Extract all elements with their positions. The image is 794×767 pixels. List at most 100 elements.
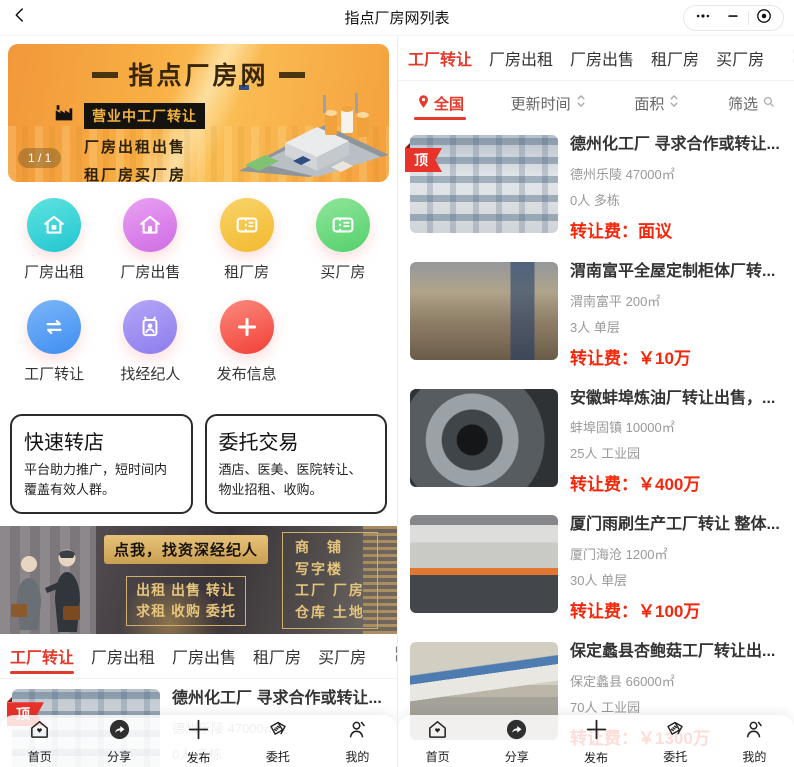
more-button[interactable] (688, 6, 718, 30)
filter-bar: 全国 更新时间 面积 筛选 (398, 81, 794, 125)
listing-price: 转让费：￥400万 (570, 470, 782, 495)
banner-line-2: 租厂房买厂房 (84, 164, 389, 182)
filter-button[interactable]: 筛选 (728, 81, 776, 125)
hero-banner[interactable]: 指点厂房网 营业中工厂转让 厂房出租出售 租厂房买厂房 1 / 1 (8, 44, 389, 182)
tabbar-entrust[interactable]: 委托 (636, 715, 715, 767)
tabbar-post[interactable]: 发布 (159, 715, 238, 767)
tab-factory-transfer[interactable]: 工厂转让 (10, 634, 74, 678)
listing-item[interactable]: 安徽蚌埠炼油厂转让出售，... 蚌埠固镇 10000㎡ 25人 工业园 转让费：… (398, 379, 794, 506)
banner-page-indicator: 1 / 1 (18, 148, 61, 168)
home-icon (426, 718, 449, 746)
listing-meta: 25人 工业园 (570, 443, 782, 462)
sort-arrows-icon (574, 93, 588, 113)
tab-sell[interactable]: 厂房出售 (172, 634, 236, 678)
banner-badge-row: 营业中工厂转让 (52, 102, 389, 129)
grid-item-post[interactable]: 发布信息 (199, 300, 295, 384)
back-button[interactable] (0, 0, 40, 36)
plus-icon (220, 300, 274, 354)
tabbar-post[interactable]: 发布 (556, 715, 635, 767)
agent-badge-icon (123, 300, 177, 354)
listing-photo (410, 515, 558, 613)
page-title: 指点厂房网列表 (0, 7, 794, 28)
tab-rent-factory[interactable]: 租厂房 (651, 36, 699, 80)
listing-photo (410, 389, 558, 487)
banner-line-1: 厂房出租出售 (84, 136, 389, 157)
bottom-tabbar-right: 首页 分享 发布 委托 我的 (398, 715, 794, 767)
listing-location: 渭南富平 200㎡ (570, 291, 782, 310)
listing-title: 德州化工厂 寻求合作或转让... (570, 135, 782, 156)
tab-buy-factory[interactable]: 买厂房 (318, 634, 366, 678)
home-panel: 指点厂房网 营业中工厂转让 厂房出租出售 租厂房买厂房 1 / 1 (0, 36, 397, 767)
tabbar-entrust[interactable]: 委托 (238, 715, 317, 767)
listing-title: 安徽蚌埠炼油厂转让出售，... (570, 389, 782, 410)
magnifier-icon (761, 94, 776, 113)
chevron-left-icon (11, 6, 29, 29)
tab-rent-out[interactable]: 厂房出租 (489, 36, 553, 80)
grid-item-rent-out[interactable]: 厂房出租 (6, 198, 102, 282)
grid-item-buy-factory[interactable]: 买厂房 (295, 198, 391, 282)
tab-buy-factory[interactable]: 买厂房 (716, 36, 764, 80)
sort-by-time[interactable]: 更新时间 (511, 81, 588, 125)
listing-item[interactable]: 厦门雨刷生产工厂转让 整体... 厦门海沧 1200㎡ 30人 单层 转让费：￥… (398, 505, 794, 632)
agent-banner[interactable]: 点我，找资深经纪人 出租 出售 转让 求租 收购 委托 商 铺 写字楼 工厂 厂… (0, 526, 397, 634)
promo-card-entrusted-deal[interactable]: 委托交易 酒店、医美、医院转让、物业招租、收购。 (205, 414, 388, 514)
tabbar-share[interactable]: 分享 (79, 715, 158, 767)
factory-icon (52, 102, 76, 129)
promo-card-fast-transfer[interactable]: 快速转店 平台助力推广，短时间内覆盖有效人群。 (10, 414, 193, 514)
tab-rent-factory[interactable]: 租厂房 (253, 634, 301, 678)
grid-item-rent-factory[interactable]: 租厂房 (199, 198, 295, 282)
tabbar-mine[interactable]: 我的 (715, 715, 794, 767)
listing-meta: 70人 工业园 (570, 697, 782, 716)
app-window: 指点厂房网列表 指点厂房网 (0, 0, 794, 767)
grid-item-find-agent[interactable]: 找经纪人 (102, 300, 198, 384)
exit-circle-icon (755, 7, 773, 30)
listing-title: 保定蠡县杏鲍菇工厂转让出... (570, 642, 782, 663)
tabbar-mine[interactable]: 我的 (318, 715, 397, 767)
plus-icon (186, 717, 211, 747)
user-icon (346, 718, 369, 746)
house-icon (123, 198, 177, 252)
listing-price: 转让费：面议 (570, 217, 782, 242)
category-tabs-left: 工厂转让 厂房出租 厂房出售 租厂房 买厂房 (0, 634, 397, 679)
banner-badge: 营业中工厂转让 (84, 103, 205, 129)
promo-cards: 快速转店 平台助力推广，短时间内覆盖有效人群。 委托交易 酒店、医美、医院转让、… (10, 414, 387, 514)
category-grid-icon (393, 643, 397, 670)
agent-categories-box: 商 铺 写字楼 工厂 厂房 仓库 土地 (282, 532, 378, 629)
list-panel: 工厂转让 厂房出租 厂房出售 租厂房 买厂房 全国 更新时间 (397, 36, 794, 767)
tab-factory-transfer[interactable]: 工厂转让 (408, 36, 472, 80)
navbar: 指点厂房网列表 (0, 0, 794, 36)
tab-rent-out[interactable]: 厂房出租 (91, 634, 155, 678)
region-filter[interactable]: 全国 (416, 81, 464, 125)
listing-title: 厦门雨刷生产工厂转让 整体... (570, 515, 782, 536)
sort-by-area[interactable]: 面积 (634, 81, 681, 125)
tabbar-home[interactable]: 首页 (0, 715, 79, 767)
minimize-icon (725, 8, 741, 29)
tabbar-home[interactable]: 首页 (398, 715, 477, 767)
plus-icon (584, 717, 609, 747)
listing-item[interactable]: 渭南富平全屋定制柜体厂转... 渭南富平 200㎡ 3人 单层 转让费：￥10万 (398, 252, 794, 379)
handshake-icon (266, 717, 290, 746)
minimize-button[interactable] (718, 6, 748, 30)
swap-arrows-icon (27, 300, 81, 354)
tab-sell[interactable]: 厂房出售 (570, 36, 634, 80)
grid-item-sell[interactable]: 厂房出售 (102, 198, 198, 282)
miniprogram-capsule (683, 5, 784, 31)
listing-price: 转让费：￥100万 (570, 597, 782, 622)
agent-banner-text: 点我，找资深经纪人 出租 出售 转让 求租 收购 委托 (104, 535, 268, 626)
listing-price: 转让费：￥10万 (570, 344, 782, 369)
sort-arrows-icon (667, 93, 681, 113)
listing-photo (410, 262, 558, 360)
category-grid-button[interactable] (393, 643, 397, 670)
quick-nav-grid: 厂房出租 厂房出售 租厂房 (0, 182, 397, 402)
listing-meta: 3人 单层 (570, 317, 782, 336)
more-dots-icon (694, 7, 712, 30)
listing-item[interactable]: 顶 德州化工厂 寻求合作或转让... 德州乐陵 47000㎡ 0人 多栋 转让费… (398, 125, 794, 252)
grid-item-transfer[interactable]: 工厂转让 (6, 300, 102, 384)
listing-location: 厦门海沧 1200㎡ (570, 544, 782, 563)
listing-meta: 0人 多栋 (570, 190, 782, 209)
banner-title: 指点厂房网 (8, 56, 389, 92)
home-icon (28, 718, 51, 746)
exit-button[interactable] (749, 6, 779, 30)
user-icon (743, 718, 766, 746)
tabbar-share[interactable]: 分享 (477, 715, 556, 767)
